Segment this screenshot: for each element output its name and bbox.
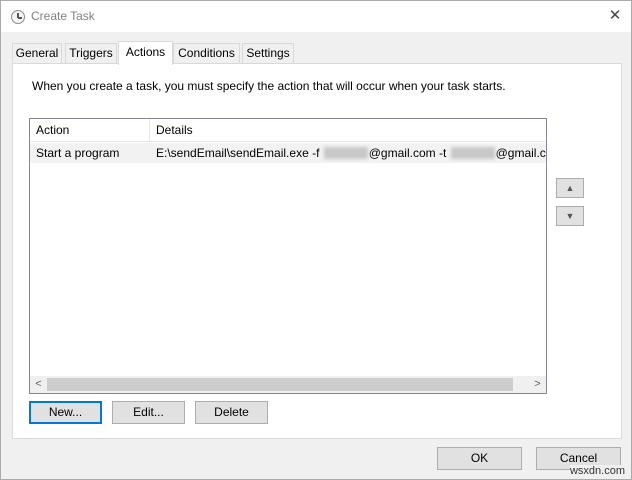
ok-button[interactable]: OK <box>437 447 522 470</box>
delete-action-button[interactable]: Delete <box>195 401 268 424</box>
window-title: Create Task <box>31 9 95 23</box>
arrow-up-icon: ▲ <box>565 183 575 193</box>
create-task-window: Create Task ✕ General Triggers Actions C… <box>0 0 632 480</box>
row-action-cell: Start a program <box>36 146 120 160</box>
tab-conditions[interactable]: Conditions <box>173 43 240 64</box>
edit-action-button[interactable]: Edit... <box>112 401 185 424</box>
tab-triggers[interactable]: Triggers <box>65 43 117 64</box>
scrollbar-thumb[interactable] <box>47 378 513 391</box>
tab-settings[interactable]: Settings <box>242 43 294 64</box>
column-header-details[interactable]: Details <box>150 119 546 142</box>
scroll-left-icon[interactable]: < <box>30 376 47 393</box>
details-command: E:\sendEmail\sendEmail.exe -f <box>156 146 323 160</box>
redacted-sender <box>323 147 368 159</box>
actions-panel: When you create a task, you must specify… <box>12 63 622 439</box>
actions-list[interactable]: Action Details Start a program E:\sendEm… <box>29 118 547 394</box>
tab-general[interactable]: General <box>12 43 62 64</box>
watermark: wsxdn.com <box>569 465 625 477</box>
arrow-down-icon: ▼ <box>565 211 575 221</box>
tab-actions[interactable]: Actions <box>118 41 173 65</box>
move-up-button[interactable]: ▲ <box>556 178 584 198</box>
scroll-right-icon[interactable]: > <box>529 376 546 393</box>
move-down-button[interactable]: ▼ <box>556 206 584 226</box>
close-button[interactable]: ✕ <box>599 1 631 31</box>
horizontal-scrollbar[interactable]: < > <box>30 376 546 393</box>
row-details-cell: E:\sendEmail\sendEmail.exe -f @gmail.com… <box>156 143 546 163</box>
intro-text: When you create a task, you must specify… <box>32 79 506 93</box>
column-header-action[interactable]: Action <box>30 119 150 142</box>
table-row[interactable]: Start a program E:\sendEmail\sendEmail.e… <box>30 143 546 163</box>
clock-icon <box>11 10 25 24</box>
details-sender-domain: @gmail.com -t <box>368 146 450 160</box>
redacted-recipient <box>450 147 495 159</box>
new-action-button[interactable]: New... <box>29 401 102 424</box>
details-recipient-domain: @gmail.com <box>495 146 546 160</box>
title-bar[interactable]: Create Task ✕ <box>1 1 631 32</box>
